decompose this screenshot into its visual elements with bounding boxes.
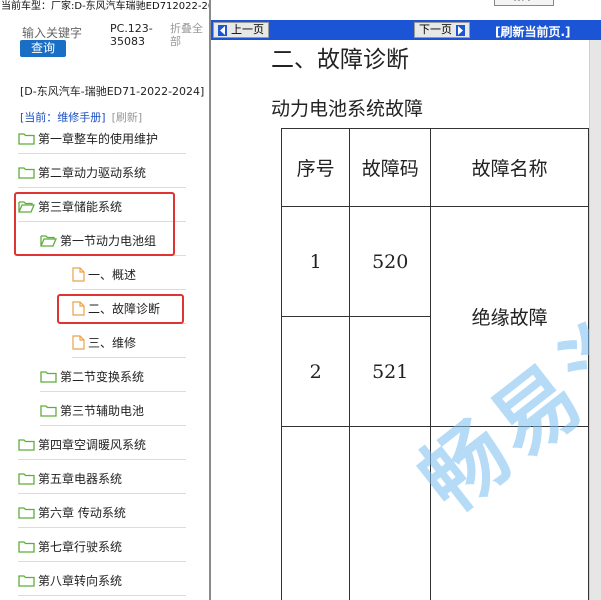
tree-item-label: 一、概述 xyxy=(88,268,137,282)
current-manual-line: [当前：维修手册] [刷新] xyxy=(20,109,142,125)
row-no: 1 xyxy=(280,206,351,317)
file-icon xyxy=(72,335,85,350)
prev-page-button[interactable]: 上一页 xyxy=(213,22,269,38)
content-panel: 菜单 上一页 下一页 [刷新当前页.] 二、故障诊断 动力电池系统故障 序号 故… xyxy=(211,0,601,600)
tree-item-section-3[interactable]: 第三节辅助电池 xyxy=(40,396,186,426)
header-code: 故障码 xyxy=(349,128,432,207)
book-title: [D-东风汽车-瑞驰ED71-2022-2024] xyxy=(20,85,205,98)
tree-item-chapter-8[interactable]: 第八章转向系统 xyxy=(18,566,186,596)
tree-item-chapter-6[interactable]: 第六章 传动系统 xyxy=(18,498,186,528)
folder-icon xyxy=(18,167,35,179)
current-manual-label: [当前：维修手册] xyxy=(20,111,106,124)
tree-item-label: 第二章动力驱动系统 xyxy=(38,166,147,180)
header-name: 故障名称 xyxy=(430,128,589,207)
refresh-page-link[interactable]: [刷新当前页.] xyxy=(495,23,571,40)
tree-item-chapter-1[interactable]: 第一章整车的使用维护 xyxy=(18,124,186,154)
current-car-model: 当前车型：厂家:D-东风汽车瑞驰ED712022-2024 xyxy=(1,1,210,12)
folder-icon xyxy=(18,575,35,587)
prev-page-label: 上一页 xyxy=(231,23,264,36)
chapter-highlight-box xyxy=(14,192,175,256)
table-row xyxy=(280,426,589,600)
tree-item-section-2[interactable]: 第二节变换系统 xyxy=(40,362,186,392)
tree-item-label: 第七章行驶系统 xyxy=(38,540,123,554)
fault-name: 绝缘故障 xyxy=(430,206,589,427)
document-view: 二、故障诊断 动力电池系统故障 序号 故障码 故障名称 1 520 绝缘故障 2… xyxy=(211,40,589,600)
refresh-link[interactable]: [刷新] xyxy=(112,111,143,124)
file-icon xyxy=(72,267,85,282)
tree-item-label: 第二节变换系统 xyxy=(60,370,145,384)
table-header-row: 序号 故障码 故障名称 xyxy=(280,128,589,207)
folder-icon xyxy=(18,133,35,145)
row-code: 521 xyxy=(349,316,432,427)
tree-item-label: 第五章电器系统 xyxy=(38,472,123,486)
tree-item-chapter-5[interactable]: 第五章电器系统 xyxy=(18,464,186,494)
empty-cell xyxy=(430,426,589,600)
tree-item-label: 三、维修 xyxy=(88,336,137,350)
folder-icon xyxy=(40,371,57,383)
row-no: 2 xyxy=(280,316,351,427)
subsection-heading: 动力电池系统故障 xyxy=(271,98,424,120)
page-nav-bar: 上一页 下一页 [刷新当前页.] xyxy=(211,20,601,40)
fault-table: 序号 故障码 故障名称 1 520 绝缘故障 2 521 xyxy=(280,128,589,600)
folder-icon xyxy=(18,473,35,485)
tree-item-overview[interactable]: 一、概述 xyxy=(72,260,186,290)
search-input[interactable]: 输入关键字 xyxy=(22,24,104,41)
next-page-label: 下一页 xyxy=(419,23,452,36)
top-strip: 菜单 xyxy=(211,0,601,20)
next-page-button[interactable]: 下一页 xyxy=(414,22,470,38)
menu-button[interactable]: 菜单 xyxy=(494,0,554,6)
query-button[interactable]: 查询 xyxy=(20,40,66,57)
doc-code: PC.123-35083 xyxy=(110,22,153,48)
folder-icon xyxy=(18,439,35,451)
folder-icon xyxy=(18,541,35,553)
tree-item-label: 第三节辅助电池 xyxy=(60,404,145,418)
folder-icon xyxy=(40,405,57,417)
header-no: 序号 xyxy=(280,128,351,207)
tree-item-chapter-7[interactable]: 第七章行驶系统 xyxy=(18,532,186,562)
row-code: 520 xyxy=(349,206,432,317)
section-heading: 二、故障诊断 xyxy=(271,47,409,73)
arrow-left-icon xyxy=(218,24,227,36)
tree-item-label: 第六章 传动系统 xyxy=(38,506,126,520)
left-panel: 当前车型：厂家:D-东风汽车瑞驰ED712022-2024 输入关键字 查询 P… xyxy=(0,0,210,600)
tree-item-chapter-2[interactable]: 第二章动力驱动系统 xyxy=(18,158,186,188)
tree-item-chapter-4[interactable]: 第四章空调暖风系统 xyxy=(18,430,186,460)
empty-cell xyxy=(280,426,351,600)
empty-cell xyxy=(349,426,432,600)
arrow-right-icon xyxy=(456,24,465,36)
folder-icon xyxy=(18,507,35,519)
table-row: 1 520 绝缘故障 xyxy=(280,206,589,427)
tree-item-label: 第四章空调暖风系统 xyxy=(38,438,147,452)
vertical-scrollbar[interactable] xyxy=(589,40,601,600)
tree-item-label: 第八章转向系统 xyxy=(38,574,123,588)
tree-item-label: 第一章整车的使用维护 xyxy=(38,132,159,146)
collapse-all-button[interactable]: 折叠全部 xyxy=(170,22,210,48)
item-highlight-box xyxy=(57,294,184,324)
tree-item-repair[interactable]: 三、维修 xyxy=(72,328,186,358)
